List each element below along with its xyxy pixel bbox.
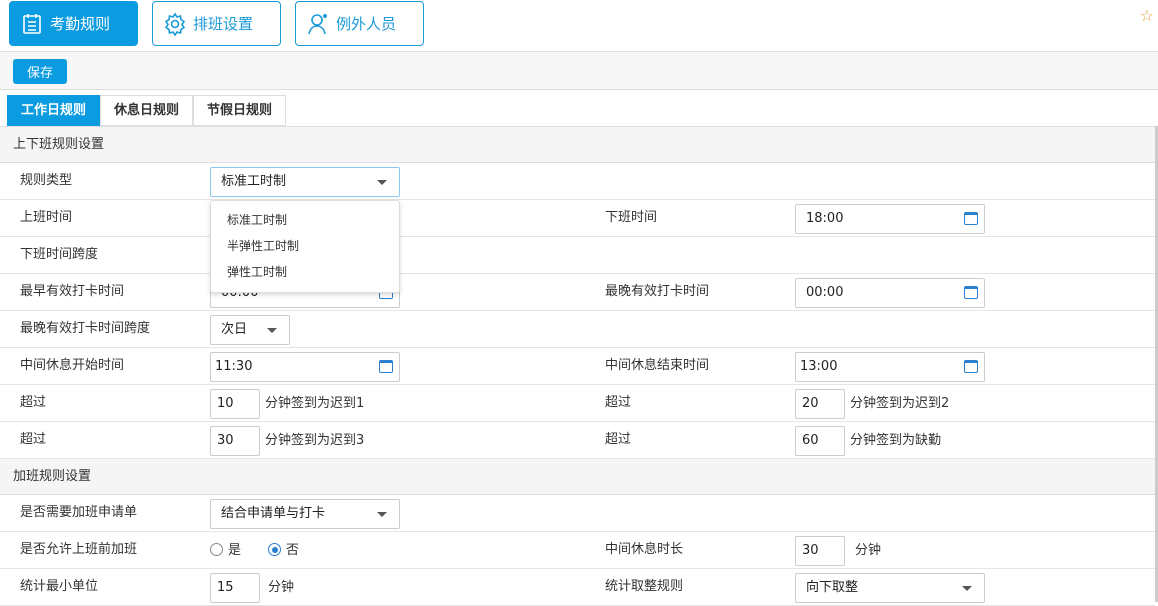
value: 11:30: [215, 359, 253, 374]
calendar-icon[interactable]: [964, 360, 978, 373]
label: 最晚有效打卡时间: [605, 284, 710, 299]
tab-label: 考勤规则: [50, 15, 111, 33]
label: 中间休息结束时间: [605, 358, 710, 373]
end-time-input[interactable]: 18:00: [795, 204, 985, 234]
need-apply-select[interactable]: 结合申请单与打卡: [210, 499, 400, 529]
min-unit-input[interactable]: 15: [210, 573, 260, 603]
row-end-span: 下班时间跨度: [0, 237, 1155, 274]
tab-schedule-settings[interactable]: 排班设置: [152, 1, 281, 46]
save-button[interactable]: 保存: [13, 59, 67, 84]
value: 13:00: [800, 359, 838, 374]
label: 是否需要加班申请单: [20, 505, 138, 520]
top-nav: 考勤规则 排班设置 例外人员 ☆: [0, 0, 1158, 52]
rounding-select[interactable]: 向下取整: [795, 573, 985, 603]
row-punch-window: 最早有效打卡时间 00:00 最晚有效打卡时间 00:00: [0, 274, 1155, 311]
row-latest-span: 最晚有效打卡时间跨度 次日: [0, 311, 1155, 348]
rule-type-dropdown-menu: 标准工时制 半弹性工时制 弹性工时制: [210, 200, 400, 293]
label: 统计取整规则: [605, 579, 684, 594]
unit: 分钟: [855, 543, 882, 558]
label: 下班时间跨度: [20, 247, 99, 262]
star-icon[interactable]: ☆: [1140, 6, 1154, 25]
tab-restday-rules[interactable]: 休息日规则: [100, 95, 194, 126]
section-title: 加班规则设置: [0, 459, 1155, 495]
rules-form: 上下班规则设置 规则类型 标准工时制 上班时间 下班时间 18:00 下班时间跨…: [0, 126, 1155, 606]
label: 超过: [605, 395, 632, 410]
radio-yes[interactable]: 是: [210, 532, 241, 569]
unit: 分钟签到为迟到3: [265, 433, 365, 448]
row-min-unit: 统计最小单位 15 分钟 统计取整规则 向下取整: [0, 569, 1155, 606]
tab-exception-staff[interactable]: 例外人员: [295, 1, 424, 46]
label: 最晚有效打卡时间跨度: [20, 321, 151, 336]
user-icon: [308, 13, 327, 34]
radio-label: 否: [286, 543, 300, 558]
row-late-3-absent: 超过 30 分钟签到为迟到3 超过 60 分钟签到为缺勤: [0, 422, 1155, 459]
label: 下班时间: [605, 210, 658, 225]
unit: 分钟: [268, 580, 295, 595]
radio-no[interactable]: 否: [268, 532, 299, 569]
calendar-icon[interactable]: [964, 286, 978, 299]
label: 统计最小单位: [20, 579, 99, 594]
row-break: 中间休息开始时间 11:30 中间休息结束时间 13:00: [0, 348, 1155, 385]
tab-label: 排班设置: [193, 15, 254, 33]
row-rule-type: 规则类型 标准工时制: [0, 163, 1155, 200]
latest-span-select[interactable]: 次日: [210, 315, 290, 345]
label: 最早有效打卡时间: [20, 284, 125, 299]
tab-attendance-rules[interactable]: 考勤规则: [9, 1, 138, 46]
label: 超过: [20, 432, 47, 447]
gear-icon: [164, 12, 186, 36]
menu-item[interactable]: 半弹性工时制: [211, 233, 399, 259]
label: 超过: [20, 395, 47, 410]
tab-holiday-rules[interactable]: 节假日规则: [193, 95, 287, 126]
latest-punch-input[interactable]: 00:00: [795, 278, 985, 308]
label: 规则类型: [20, 173, 73, 188]
unit: 分钟签到为迟到1: [265, 396, 365, 411]
break-start-input[interactable]: 11:30: [210, 352, 400, 382]
value: 18:00: [806, 211, 844, 226]
unit: 分钟签到为迟到2: [850, 396, 950, 411]
toolbar: 保存: [0, 52, 1158, 90]
rule-type-select[interactable]: 标准工时制: [210, 167, 400, 197]
tab-workday-rules[interactable]: 工作日规则: [7, 95, 101, 126]
late1-input[interactable]: 10: [210, 389, 260, 419]
sub-tabs: 工作日规则 休息日规则 节假日规则: [7, 95, 287, 126]
row-late-1-2: 超过 10 分钟签到为迟到1 超过 20 分钟签到为迟到2: [0, 385, 1155, 422]
value: 00:00: [806, 285, 844, 300]
row-work-time: 上班时间 下班时间 18:00: [0, 200, 1155, 237]
unit: 分钟签到为缺勤: [850, 433, 942, 448]
section-title: 上下班规则设置: [0, 127, 1155, 163]
label: 中间休息时长: [605, 542, 684, 557]
late2-input[interactable]: 20: [795, 389, 845, 419]
radio-circle[interactable]: [210, 543, 223, 556]
menu-item[interactable]: 弹性工时制: [211, 259, 399, 285]
tab-label: 例外人员: [336, 15, 397, 33]
calendar-icon[interactable]: [964, 212, 978, 225]
calendar-icon[interactable]: [379, 360, 393, 373]
calendar-icon: [23, 13, 41, 34]
radio-circle[interactable]: [268, 543, 281, 556]
label: 是否允许上班前加班: [20, 542, 138, 557]
row-need-apply: 是否需要加班申请单 结合申请单与打卡: [0, 495, 1155, 532]
label: 超过: [605, 432, 632, 447]
label: 中间休息开始时间: [20, 358, 125, 373]
menu-item[interactable]: 标准工时制: [211, 207, 399, 233]
break-length-input[interactable]: 30: [795, 536, 845, 566]
row-allow-before: 是否允许上班前加班 是 否 中间休息时长 30 分钟: [0, 532, 1155, 569]
break-end-input[interactable]: 13:00: [795, 352, 985, 382]
label: 上班时间: [20, 210, 73, 225]
late3-input[interactable]: 30: [210, 426, 260, 456]
radio-label: 是: [228, 543, 242, 558]
absent-input[interactable]: 60: [795, 426, 845, 456]
